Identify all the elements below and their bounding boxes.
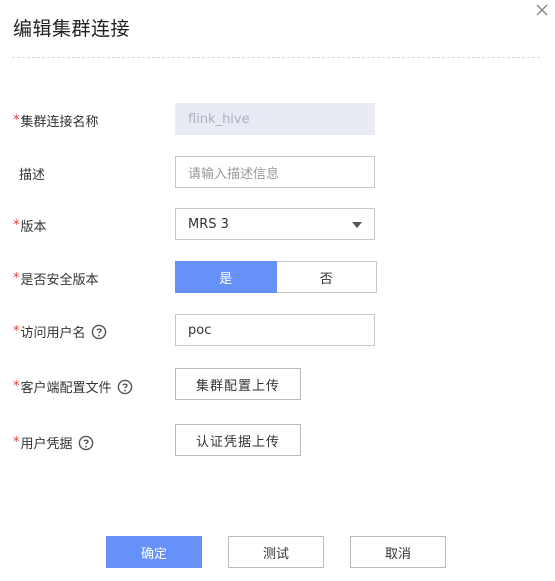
secure-option-no[interactable]: 否 [276,261,377,293]
required-mark: * [13,324,20,339]
username-label: * 访问用户名 [13,322,107,341]
required-mark: * [13,271,20,286]
confirm-button[interactable]: 确定 [106,536,202,568]
credential-label: * 用户凭据 [13,433,94,452]
question-circle-icon[interactable] [78,435,94,451]
cancel-button[interactable]: 取消 [350,536,446,568]
cluster-name-input: flink_hive [175,103,375,135]
close-icon[interactable] [534,2,550,18]
upload-credential-button[interactable]: 认证凭据上传 [175,424,301,456]
header-divider [12,57,540,58]
upload-cluster-config-button[interactable]: 集群配置上传 [175,368,301,400]
version-label: * 版本 [13,218,47,235]
secure-option-yes[interactable]: 是 [175,261,277,293]
secure-toggle[interactable]: 是 否 [175,261,377,293]
question-circle-icon[interactable] [91,324,107,340]
required-mark: * [13,113,20,128]
version-select[interactable]: MRS 3 [175,208,375,240]
secure-label: * 是否安全版本 [13,271,99,288]
required-mark: * [13,379,20,394]
dialog-title: 编辑集群连接 [13,18,131,40]
client-config-label: * 客户端配置文件 [13,377,133,396]
question-circle-icon[interactable] [117,379,133,395]
test-button[interactable]: 测试 [228,536,324,568]
username-input[interactable]: poc [175,314,375,346]
required-mark: * [13,435,20,450]
required-mark: * [13,218,20,233]
chevron-down-icon [352,222,362,228]
name-label: * 集群连接名称 [13,113,99,130]
description-input[interactable]: 请输入描述信息 [175,156,375,188]
description-label: 描述 [19,168,46,183]
